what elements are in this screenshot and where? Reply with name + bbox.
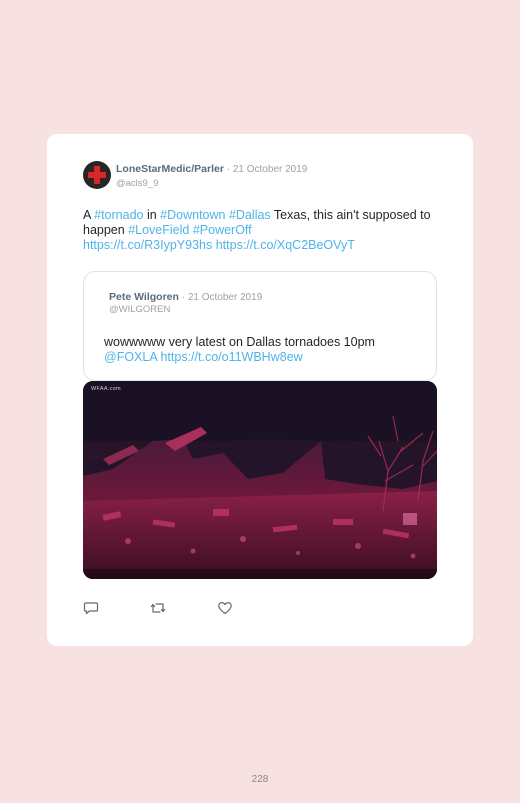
quoted-date[interactable]: 21 October 2019 xyxy=(188,292,263,303)
url-link[interactable]: https://t.co/XqC2BeOVyT xyxy=(216,238,355,252)
hashtag-link[interactable]: #Dallas xyxy=(229,208,271,222)
url-link[interactable]: https://t.co/R3IypY93hs xyxy=(83,238,212,252)
tornado-damage-photo[interactable]: WFAA.com xyxy=(83,381,437,579)
text-segment: wowwwww very latest on Dallas tornadoes … xyxy=(104,335,375,349)
hashtag-link[interactable]: #LoveField xyxy=(128,223,189,237)
text-segment: in xyxy=(143,208,161,222)
photo-illustration xyxy=(83,381,437,579)
mention-link[interactable]: @FOXLA xyxy=(104,350,157,364)
tweet-date[interactable]: 21 October 2019 xyxy=(233,164,308,175)
author-line: LoneStarMedic/Parler · 21 October 2019 xyxy=(116,163,307,175)
reply-icon[interactable] xyxy=(83,600,99,616)
url-link[interactable]: https://t.co/o11WBHw8ew xyxy=(160,350,302,364)
heart-icon[interactable] xyxy=(217,600,233,616)
tweet-text: A #tornado in #Downtown #Dallas Texas, t… xyxy=(83,208,433,253)
avatar[interactable] xyxy=(83,161,111,189)
quoted-author-name[interactable]: Pete Wilgoren xyxy=(109,291,179,303)
quoted-text: wowwwww very latest on Dallas tornadoes … xyxy=(104,335,424,365)
retweet-icon[interactable] xyxy=(150,600,166,616)
author-name[interactable]: LoneStarMedic/Parler xyxy=(116,163,224,175)
tweet-actions xyxy=(83,600,243,616)
photo-watermark: WFAA.com xyxy=(91,386,121,392)
hashtag-link[interactable]: #PowerOff xyxy=(193,223,252,237)
hashtag-link[interactable]: #Downtown xyxy=(160,208,225,222)
tweet-card: LoneStarMedic/Parler · 21 October 2019 @… xyxy=(47,134,473,646)
page-number: 228 xyxy=(251,774,269,785)
quoted-tweet[interactable]: Pete Wilgoren · 21 October 2019 @WILGORE… xyxy=(83,271,437,381)
quoted-author-line: Pete Wilgoren · 21 October 2019 xyxy=(109,291,262,303)
meta-separator: · xyxy=(178,292,188,303)
hashtag-link[interactable]: #tornado xyxy=(94,208,143,222)
text-segment: A xyxy=(83,208,95,222)
author-handle[interactable]: @acls9_9 xyxy=(116,178,158,189)
meta-separator: · xyxy=(223,164,233,175)
quoted-handle[interactable]: @WILGOREN xyxy=(109,304,170,315)
